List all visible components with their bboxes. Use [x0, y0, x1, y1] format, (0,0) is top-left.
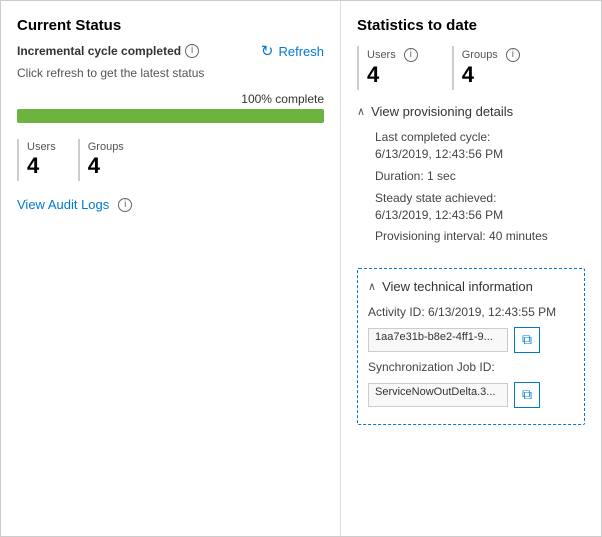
- job-id-copy-button[interactable]: ⧉: [514, 382, 540, 408]
- technical-chevron-icon: ∧: [368, 280, 376, 293]
- stats-row: Users 4 Groups 4: [17, 139, 324, 181]
- steady-state-label: Steady state achieved:: [375, 191, 496, 205]
- right-stats-row: Users i 4 Groups i 4: [357, 46, 585, 90]
- provisioning-toggle[interactable]: ∧ View provisioning details: [357, 104, 585, 119]
- groups-stat-box: Groups 4: [78, 139, 138, 181]
- steady-state-value: 6/13/2019, 12:43:56 PM: [375, 208, 503, 222]
- activity-id-label-row: Activity ID: 6/13/2019, 12:43:55 PM: [368, 304, 574, 321]
- job-id-input[interactable]: ServiceNowOutDelta.3...: [368, 383, 508, 407]
- subtitle-row: Incremental cycle completed i ↻ Refresh: [17, 42, 324, 60]
- interval-label: Provisioning interval: 40 minutes: [375, 229, 548, 243]
- users-value: 4: [27, 153, 56, 179]
- right-users-label-row: Users i: [367, 48, 418, 62]
- right-panel: Statistics to date Users i 4 Groups i 4 …: [341, 1, 601, 536]
- subtitle-row-left: Incremental cycle completed i: [17, 44, 199, 58]
- right-groups-info-icon[interactable]: i: [506, 48, 520, 62]
- activity-id-copy-row: 1aa7e31b-b8e2-4ff1-9... ⧉: [368, 327, 574, 353]
- last-completed-row: Last completed cycle: 6/13/2019, 12:43:5…: [375, 129, 585, 163]
- right-users-label: Users: [367, 49, 396, 61]
- audit-info-icon[interactable]: i: [118, 198, 132, 212]
- copy-icon-2: ⧉: [522, 386, 532, 403]
- technical-section: ∧ View technical information Activity ID…: [357, 268, 585, 425]
- refresh-label: Refresh: [278, 44, 324, 59]
- duration-label: Duration: 1 sec: [375, 169, 456, 183]
- right-groups-label-row: Groups i: [462, 48, 520, 62]
- refresh-icon: ↻: [261, 42, 274, 60]
- right-groups-stat-box: Groups i 4: [452, 46, 530, 90]
- audit-logs-link[interactable]: View Audit Logs: [17, 197, 109, 212]
- provisioning-chevron-icon: ∧: [357, 105, 365, 118]
- left-panel: Current Status Incremental cycle complet…: [1, 1, 341, 536]
- users-stat-box: Users 4: [17, 139, 70, 181]
- provisioning-section-label: View provisioning details: [371, 104, 513, 119]
- technical-toggle[interactable]: ∧ View technical information: [368, 279, 574, 294]
- right-users-stat-box: Users i 4: [357, 46, 428, 90]
- job-id-copy-row: ServiceNowOutDelta.3... ⧉: [368, 382, 574, 408]
- last-completed-label: Last completed cycle:: [375, 130, 490, 144]
- right-groups-label: Groups: [462, 49, 498, 61]
- cycle-subtitle: Incremental cycle completed: [17, 44, 181, 58]
- right-users-value: 4: [367, 62, 418, 88]
- activity-id-label: Activity ID: 6/13/2019, 12:43:55 PM: [368, 305, 556, 319]
- groups-value: 4: [88, 153, 124, 179]
- job-id-label: Synchronization Job ID:: [368, 360, 495, 374]
- activity-id-input[interactable]: 1aa7e31b-b8e2-4ff1-9...: [368, 328, 508, 352]
- progress-label: 100% complete: [17, 92, 324, 106]
- job-id-label-row: Synchronization Job ID:: [368, 359, 574, 376]
- refresh-button[interactable]: ↻ Refresh: [261, 42, 324, 60]
- right-groups-value: 4: [462, 62, 520, 88]
- duration-row: Duration: 1 sec: [375, 168, 585, 185]
- click-refresh-text: Click refresh to get the latest status: [17, 66, 324, 80]
- audit-logs-row: View Audit Logs i: [17, 197, 324, 212]
- progress-bar-background: [17, 109, 324, 123]
- current-status-title: Current Status: [17, 17, 324, 34]
- activity-id-copy-button[interactable]: ⧉: [514, 327, 540, 353]
- steady-state-row: Steady state achieved: 6/13/2019, 12:43:…: [375, 190, 585, 224]
- copy-icon-1: ⧉: [522, 331, 532, 348]
- interval-row: Provisioning interval: 40 minutes: [375, 228, 585, 245]
- statistics-title: Statistics to date: [357, 17, 585, 34]
- progress-bar-fill: [17, 109, 324, 123]
- groups-label: Groups: [88, 141, 124, 153]
- right-users-info-icon[interactable]: i: [404, 48, 418, 62]
- subtitle-info-icon[interactable]: i: [185, 44, 199, 58]
- last-completed-value: 6/13/2019, 12:43:56 PM: [375, 147, 503, 161]
- users-label: Users: [27, 141, 56, 153]
- technical-section-label: View technical information: [382, 279, 533, 294]
- provisioning-details: Last completed cycle: 6/13/2019, 12:43:5…: [357, 129, 585, 250]
